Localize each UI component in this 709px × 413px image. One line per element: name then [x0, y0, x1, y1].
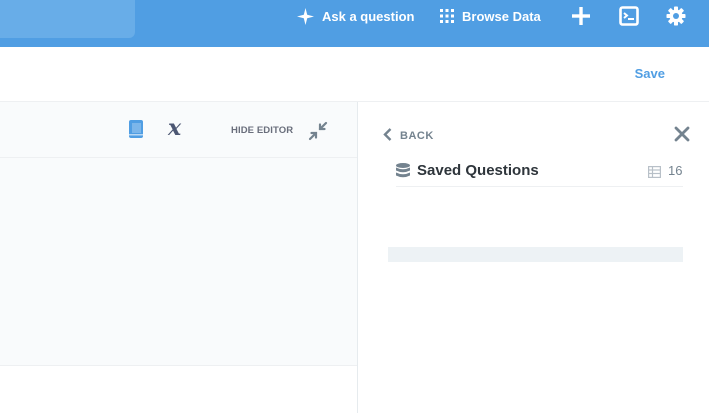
back-label: BACK	[400, 130, 434, 142]
plus-icon[interactable]	[571, 6, 591, 26]
back-button[interactable]: BACK	[383, 128, 434, 144]
database-item[interactable]: Saved Questions 16	[396, 153, 683, 187]
grid-icon	[440, 9, 454, 23]
hide-editor-button[interactable]: HIDE EDITOR	[231, 125, 293, 136]
contract-icon[interactable]	[308, 121, 328, 141]
gear-icon[interactable]	[666, 6, 686, 26]
browse-data-label: Browse Data	[462, 8, 541, 24]
app-window: Ask a question Browse Data Save x HIDE E…	[0, 0, 709, 413]
book-icon[interactable]	[126, 119, 146, 139]
top-nav-bar: Ask a question Browse Data	[0, 0, 709, 47]
data-reference-sidebar: BACK Saved Questions 16	[358, 102, 709, 413]
sparkle-icon	[297, 7, 314, 25]
variable-icon[interactable]: x	[168, 116, 181, 140]
close-icon[interactable]	[674, 126, 690, 142]
table-count: 16	[668, 163, 683, 178]
database-name: Saved Questions	[417, 162, 539, 179]
terminal-icon[interactable]	[619, 6, 639, 26]
query-header: Save	[0, 47, 709, 102]
save-button[interactable]: Save	[635, 66, 665, 81]
browse-data-button[interactable]: Browse Data	[440, 0, 541, 32]
chevron-left-icon	[383, 128, 392, 144]
search-box[interactable]	[0, 0, 135, 38]
ask-question-label: Ask a question	[322, 8, 415, 24]
query-editor[interactable]: x HIDE EDITOR	[0, 102, 358, 413]
loading-placeholder	[388, 247, 683, 262]
editor-footer	[0, 365, 357, 413]
table-icon	[648, 165, 662, 179]
database-icon	[396, 163, 410, 178]
editor-toolbar: x HIDE EDITOR	[0, 102, 357, 158]
ask-question-button[interactable]: Ask a question	[297, 0, 414, 32]
